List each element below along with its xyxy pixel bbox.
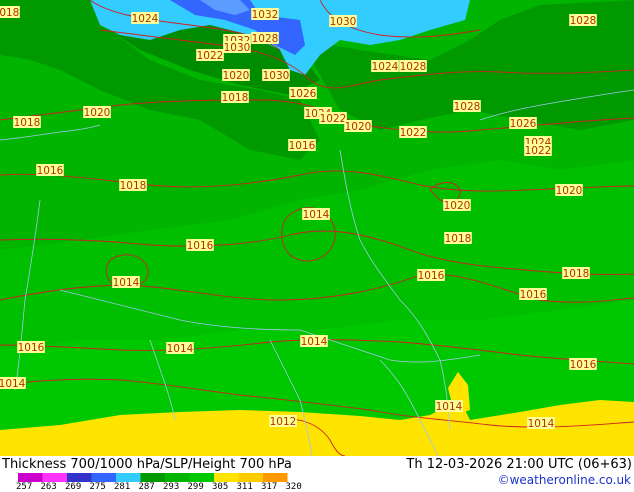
scale-segment bbox=[42, 473, 67, 482]
scale-segment bbox=[165, 473, 190, 482]
scale-label: 257 bbox=[16, 482, 33, 492]
isobar-label: 1024 bbox=[132, 13, 159, 25]
isobar-label: 1032 bbox=[252, 9, 279, 21]
isobar-label: 1020 bbox=[556, 185, 583, 197]
isobar-label: 1030 bbox=[263, 70, 290, 82]
footer: Thickness 700/1000 hPa/SLP/Height 700 hP… bbox=[0, 456, 634, 492]
scale-label: 287 bbox=[138, 482, 155, 492]
isobar-label: 1016 bbox=[18, 342, 45, 354]
credit-link[interactable]: ©weatheronline.co.uk bbox=[498, 473, 631, 487]
isobar-label: 1014 bbox=[167, 343, 194, 355]
isobar-label: 1020 bbox=[84, 107, 111, 119]
map-title: Thickness 700/1000 hPa/SLP/Height 700 hP… bbox=[2, 457, 292, 472]
isobar-label: 1014 bbox=[0, 378, 26, 390]
scale-segment bbox=[238, 473, 263, 482]
scale-segment bbox=[214, 473, 239, 482]
scale-label: 311 bbox=[236, 482, 253, 492]
scale-label: 317 bbox=[261, 482, 278, 492]
scale-segment bbox=[116, 473, 141, 482]
scale-label: 275 bbox=[89, 482, 106, 492]
scale-segment bbox=[91, 473, 116, 482]
scale-label: 320 bbox=[285, 482, 302, 492]
isobar-label: 1020 bbox=[444, 200, 471, 212]
isobar-label: 1018 bbox=[14, 117, 41, 129]
scale-segment bbox=[18, 473, 43, 482]
isobar-label: 1014 bbox=[301, 336, 328, 348]
scale-label: 269 bbox=[65, 482, 82, 492]
weather-map: 1018102410321030102810321030102810221020… bbox=[0, 0, 634, 456]
isobar-label: 1028 bbox=[570, 15, 597, 27]
isobar-label: 1028 bbox=[454, 101, 481, 113]
scale-label: 305 bbox=[212, 482, 229, 492]
scale-label: 263 bbox=[40, 482, 57, 492]
scale-label: 281 bbox=[114, 482, 131, 492]
isobar-label: 1016 bbox=[289, 140, 316, 152]
isobar-label: 1028 bbox=[400, 61, 427, 73]
isobar-label: 1022 bbox=[320, 113, 347, 125]
isobar-label: 1016 bbox=[418, 270, 445, 282]
isobar-label: 1018 bbox=[120, 180, 147, 192]
isobar-label: 1022 bbox=[197, 50, 224, 62]
isobar-label: 1014 bbox=[303, 209, 330, 221]
isobar-label: 1018 bbox=[222, 92, 249, 104]
isobar-label: 1014 bbox=[436, 401, 463, 413]
scale-label: 293 bbox=[163, 482, 180, 492]
isobar-label: 1026 bbox=[510, 118, 537, 130]
isobar-label: 1014 bbox=[528, 418, 555, 430]
isobar-label: 1018 bbox=[445, 233, 472, 245]
isobar-label: 1024 bbox=[372, 61, 399, 73]
isobar-label: 1026 bbox=[290, 88, 317, 100]
isobar-label: 1018 bbox=[563, 268, 590, 280]
isobar-label: 1030 bbox=[224, 42, 251, 54]
isobar-label: 1030 bbox=[330, 16, 357, 28]
scale-segment bbox=[140, 473, 165, 482]
isobar-label: 1016 bbox=[520, 289, 547, 301]
isobar-label: 1020 bbox=[223, 70, 250, 82]
scale-segment bbox=[263, 473, 288, 482]
isobar-label: 1014 bbox=[113, 277, 140, 289]
scale-segment bbox=[67, 473, 92, 482]
scale-segment bbox=[189, 473, 214, 482]
isobar-label: 1022 bbox=[525, 145, 552, 157]
isobar-label: 1016 bbox=[37, 165, 64, 177]
isobar-label: 1016 bbox=[570, 359, 597, 371]
isobar-label: 1018 bbox=[0, 7, 19, 19]
isobar-label: 1028 bbox=[252, 33, 279, 45]
valid-time: Th 12-03-2026 21:00 UTC (06+63) bbox=[406, 457, 632, 472]
isobar-label: 1012 bbox=[270, 416, 297, 428]
scale-label: 299 bbox=[187, 482, 204, 492]
isobar-label: 1020 bbox=[345, 121, 372, 133]
isobar-label: 1016 bbox=[187, 240, 214, 252]
isobar-label: 1022 bbox=[400, 127, 427, 139]
